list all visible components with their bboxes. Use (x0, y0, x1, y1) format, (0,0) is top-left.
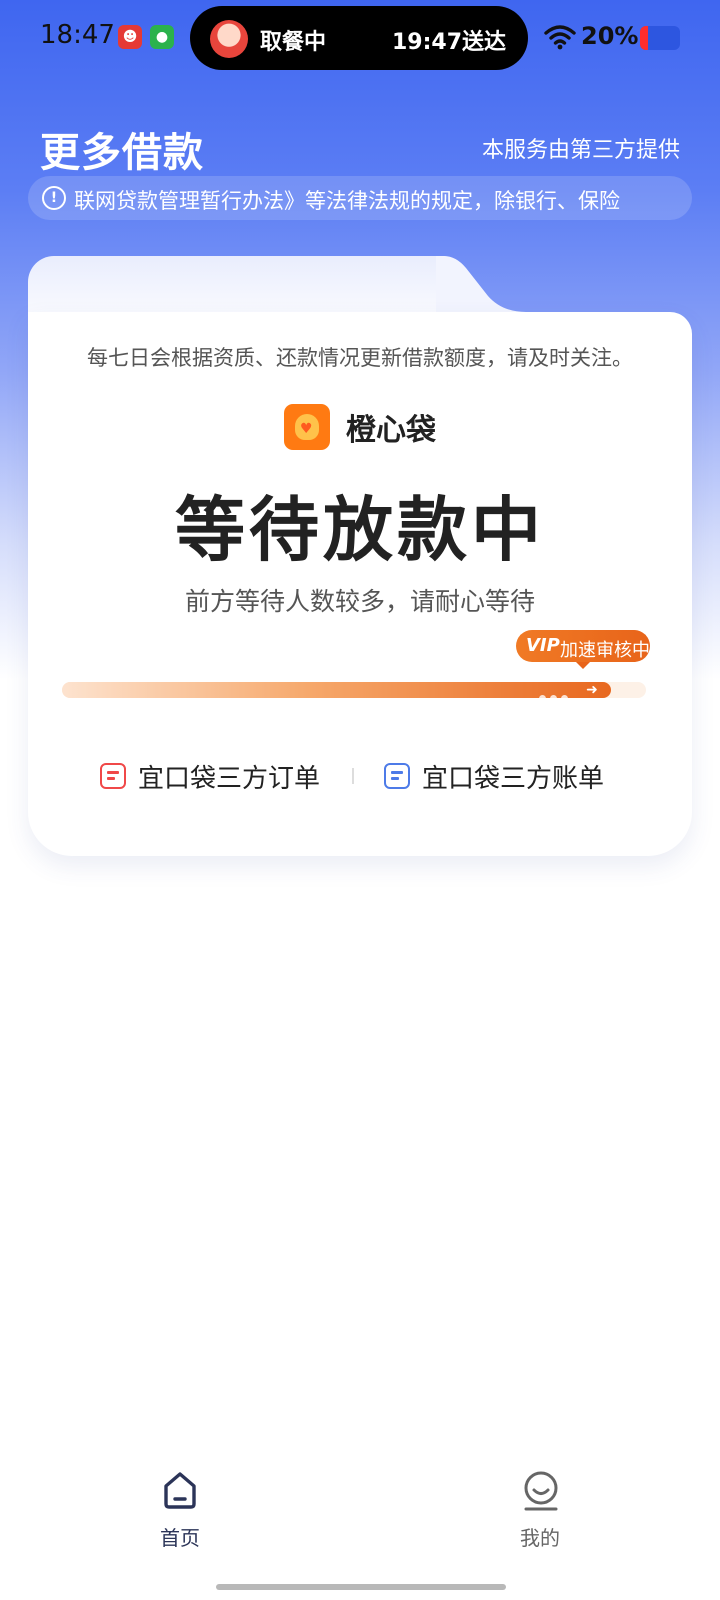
quota-hint: 每七日会根据资质、还款情况更新借款额度，请及时关注。 (87, 346, 633, 370)
profile-icon (524, 1471, 558, 1511)
status-time: 18:47 (40, 20, 115, 50)
nav-tab-mine[interactable]: 我的 (480, 1464, 600, 1564)
review-progress-fill: ➜ (62, 682, 611, 702)
battery-icon (640, 26, 680, 50)
third-party-links: 宜口袋三方订单 宜口袋三方账单 (28, 756, 692, 796)
home-icon (164, 1472, 196, 1509)
progress-dots (538, 687, 572, 702)
order-doc-icon (100, 763, 126, 789)
rocket-icon: ➜ (586, 682, 598, 698)
brand-row: ♥ 橙心袋 (28, 404, 692, 450)
battery-percent: 20% (581, 22, 639, 50)
wifi-icon (544, 25, 576, 50)
delivery-status: 取餐中 (260, 30, 327, 55)
bottom-nav: 首页 我的 (0, 1464, 720, 1600)
battery-level (640, 26, 648, 50)
orders-link-label: 宜口袋三方订单 (138, 763, 321, 794)
brand-name: 橙心袋 (346, 413, 436, 448)
money-bag-icon: ♥ (284, 404, 330, 450)
notice-marquee[interactable]: ! 联网贷款管理暂行办法》等法律法规的规定，除银行、保险 (28, 176, 692, 220)
status-bar: 18:47 ☻ ● 取餐中 19:47送达 20% (0, 0, 720, 76)
review-progress-bar: ➜ (62, 682, 646, 702)
bill-doc-icon (384, 763, 410, 789)
loan-status-title: 等待放款中 (175, 489, 545, 571)
meituan-icon: ☻ (118, 25, 142, 49)
nav-mine-label: 我的 (520, 1526, 560, 1550)
vip-badge-text: 加速审核中 (560, 640, 650, 661)
dynamic-island[interactable]: 取餐中 19:47送达 (190, 6, 528, 70)
page-title: 更多借款 (40, 130, 204, 176)
vip-tag: VIP (526, 635, 560, 656)
wechat-icon: ● (150, 25, 174, 49)
info-icon: ! (42, 186, 66, 210)
links-divider (352, 768, 354, 784)
third-party-bills-link[interactable]: 宜口袋三方账单 (384, 756, 604, 796)
nav-tab-home[interactable]: 首页 (120, 1464, 240, 1564)
home-indicator[interactable] (216, 1584, 506, 1590)
vip-accelerate-badge[interactable]: VIP 加速审核中 (516, 630, 650, 669)
loan-status-subtitle: 前方等待人数较多，请耐心等待 (184, 587, 535, 616)
rider-avatar (210, 20, 248, 58)
nav-home-label: 首页 (160, 1526, 200, 1550)
provider-note: 本服务由第三方提供 (481, 138, 680, 163)
delivery-eta: 19:47送达 (391, 30, 506, 55)
third-party-orders-link[interactable]: 宜口袋三方订单 (100, 756, 320, 796)
notice-text: 联网贷款管理暂行办法》等法律法规的规定，除银行、保险 (74, 189, 620, 213)
loan-status-card: 每七日会根据资质、还款情况更新借款额度，请及时关注。 ♥ 橙心袋 等待放款中 前… (28, 312, 692, 856)
card-tab-curve (436, 256, 556, 316)
bills-link-label: 宜口袋三方账单 (422, 763, 605, 794)
